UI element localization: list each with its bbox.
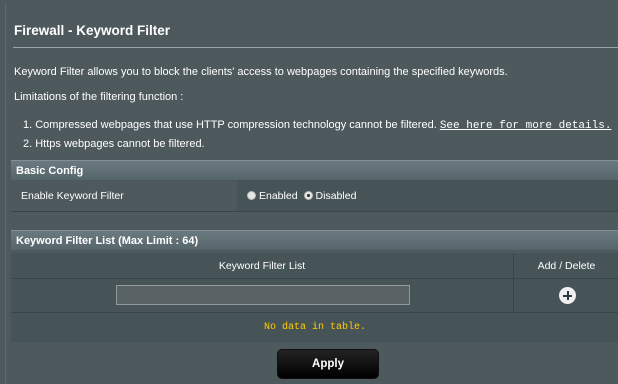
keyword-list-header: Keyword Filter List (Max Limit : 64) [11, 230, 618, 250]
disabled-radio[interactable] [303, 191, 313, 200]
limitation-item-1-text: 1. Compressed webpages that use HTTP com… [23, 119, 437, 131]
apply-button[interactable]: Apply [277, 349, 379, 379]
keyword-table-header: Keyword Filter List Add / Delete [11, 253, 618, 279]
main-panel: Firewall - Keyword Filter Keyword Filter… [5, 3, 618, 384]
limitation-item-1: 1. Compressed webpages that use HTTP com… [23, 119, 611, 132]
column-header-keyword: Keyword Filter List [11, 253, 514, 278]
empty-table-row: No data in table. [11, 313, 618, 342]
limitation-item-2: 2. Https webpages cannot be filtered. [23, 138, 205, 150]
enable-filter-label: Enable Keyword Filter [11, 180, 237, 211]
empty-table-message: No data in table. [263, 322, 367, 333]
limitations-heading: Limitations of the filtering function : [14, 91, 184, 103]
page-title: Firewall - Keyword Filter [14, 23, 171, 38]
enabled-radio-label[interactable]: Enabled [259, 190, 298, 202]
add-keyword-button[interactable] [559, 287, 576, 304]
disabled-radio-label[interactable]: Disabled [316, 190, 357, 202]
enabled-radio[interactable] [247, 191, 256, 200]
basic-config-header: Basic Config [11, 160, 618, 180]
enable-filter-row: Enable Keyword Filter Enabled Disabled [11, 180, 618, 212]
column-header-add-delete: Add / Delete [537, 259, 596, 272]
enable-filter-options: Enabled Disabled [237, 180, 618, 211]
keyword-input-row [11, 279, 618, 313]
title-divider [13, 47, 618, 48]
keyword-input[interactable] [116, 285, 410, 305]
details-link[interactable]: See here for more details. [440, 120, 612, 132]
intro-text: Keyword Filter allows you to block the c… [14, 66, 508, 78]
